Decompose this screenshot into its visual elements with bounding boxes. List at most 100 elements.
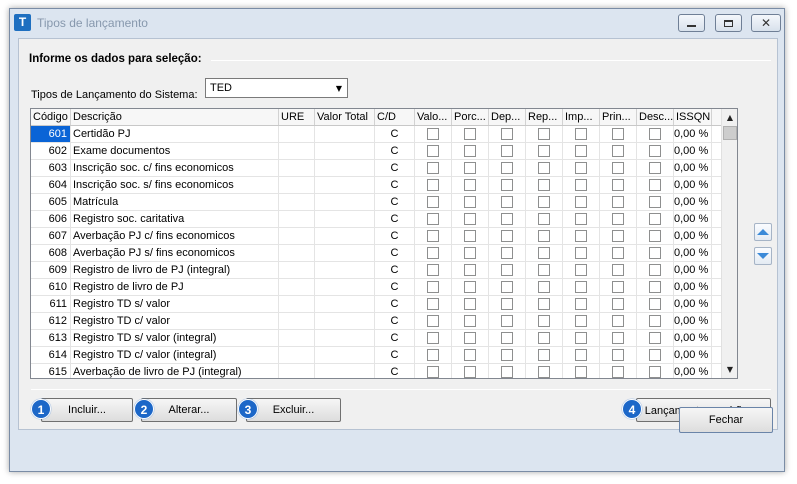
row-checkbox[interactable] [649,315,661,327]
row-checkbox[interactable] [464,332,476,344]
row-checkbox[interactable] [649,145,661,157]
row-checkbox[interactable] [501,213,513,225]
row-checkbox[interactable] [427,179,439,191]
row-checkbox[interactable] [501,281,513,293]
minimize-button[interactable] [678,14,705,32]
launch-type-select[interactable]: TED ▼ [205,78,348,98]
row-checkbox[interactable] [649,264,661,276]
row-checkbox[interactable] [427,349,439,361]
row-checkbox[interactable] [649,162,661,174]
column-header[interactable]: Prin... [600,109,637,125]
column-header[interactable]: C/D [375,109,415,125]
table-row[interactable]: 601 Certidão PJ C 0,00 % [31,126,721,143]
row-checkbox[interactable] [427,213,439,225]
row-checkbox[interactable] [538,315,550,327]
maximize-button[interactable] [715,14,742,32]
row-checkbox[interactable] [649,247,661,259]
row-checkbox[interactable] [538,332,550,344]
table-row[interactable]: 614 Registro TD c/ valor (integral) C 0,00 … [31,347,721,364]
table-row[interactable]: 609 Registro de livro de PJ (integral) C 0,… [31,262,721,279]
row-checkbox[interactable] [427,366,439,378]
row-checkbox[interactable] [427,230,439,242]
row-checkbox[interactable] [427,162,439,174]
alterar-button[interactable]: Alterar... [141,398,237,422]
column-header[interactable]: Dep... [489,109,526,125]
row-checkbox[interactable] [427,247,439,259]
row-checkbox[interactable] [538,247,550,259]
row-checkbox[interactable] [649,332,661,344]
row-checkbox[interactable] [612,281,624,293]
scroll-down-icon[interactable]: ▼ [722,361,737,378]
row-checkbox[interactable] [649,281,661,293]
row-checkbox[interactable] [649,230,661,242]
table-row[interactable]: 612 Registro TD c/ valor C 0,00 % [31,313,721,330]
row-checkbox[interactable] [575,196,587,208]
table-row[interactable]: 603 Inscrição soc. c/ fins economicos C 0,0… [31,160,721,177]
row-checkbox[interactable] [612,213,624,225]
incluir-button[interactable]: Incluir... [41,398,133,422]
row-checkbox[interactable] [538,179,550,191]
row-checkbox[interactable] [538,230,550,242]
row-checkbox[interactable] [464,230,476,242]
row-checkbox[interactable] [538,213,550,225]
row-checkbox[interactable] [538,298,550,310]
row-checkbox[interactable] [575,162,587,174]
row-checkbox[interactable] [538,196,550,208]
row-checkbox[interactable] [501,247,513,259]
row-checkbox[interactable] [464,281,476,293]
row-checkbox[interactable] [575,315,587,327]
row-checkbox[interactable] [575,128,587,140]
move-up-button[interactable] [754,223,772,241]
row-checkbox[interactable] [427,332,439,344]
title-bar[interactable]: T Tipos de lançamento ✕ [10,9,784,37]
row-checkbox[interactable] [612,230,624,242]
row-checkbox[interactable] [538,366,550,378]
row-checkbox[interactable] [464,196,476,208]
row-checkbox[interactable] [464,366,476,378]
row-checkbox[interactable] [612,349,624,361]
row-checkbox[interactable] [464,349,476,361]
row-checkbox[interactable] [575,213,587,225]
row-checkbox[interactable] [464,264,476,276]
column-header[interactable]: Descrição [71,109,279,125]
row-checkbox[interactable] [612,179,624,191]
row-checkbox[interactable] [501,298,513,310]
row-checkbox[interactable] [538,162,550,174]
row-checkbox[interactable] [575,145,587,157]
row-checkbox[interactable] [649,366,661,378]
row-checkbox[interactable] [575,298,587,310]
row-checkbox[interactable] [575,332,587,344]
row-checkbox[interactable] [464,179,476,191]
row-checkbox[interactable] [501,145,513,157]
column-header[interactable]: ISSQN [674,109,712,125]
row-checkbox[interactable] [612,128,624,140]
row-checkbox[interactable] [427,196,439,208]
row-checkbox[interactable] [427,298,439,310]
row-checkbox[interactable] [612,145,624,157]
column-header[interactable]: Porc... [452,109,489,125]
row-checkbox[interactable] [538,128,550,140]
row-checkbox[interactable] [501,264,513,276]
row-checkbox[interactable] [649,213,661,225]
row-checkbox[interactable] [575,179,587,191]
row-checkbox[interactable] [612,332,624,344]
row-checkbox[interactable] [501,366,513,378]
row-checkbox[interactable] [575,264,587,276]
row-checkbox[interactable] [612,196,624,208]
row-checkbox[interactable] [575,366,587,378]
row-checkbox[interactable] [612,247,624,259]
chevron-down-icon[interactable]: ▼ [331,79,347,97]
row-checkbox[interactable] [612,315,624,327]
row-checkbox[interactable] [464,298,476,310]
row-checkbox[interactable] [649,196,661,208]
fechar-button[interactable]: Fechar [679,407,773,433]
row-checkbox[interactable] [575,349,587,361]
table-row[interactable]: 613 Registro TD s/ valor (integral) C 0,00 … [31,330,721,347]
row-checkbox[interactable] [427,281,439,293]
row-checkbox[interactable] [427,264,439,276]
row-checkbox[interactable] [612,366,624,378]
row-checkbox[interactable] [464,145,476,157]
scroll-up-icon[interactable]: ▲ [722,109,737,126]
table-row[interactable]: 610 Registro de livro de PJ C 0,00 % [31,279,721,296]
row-checkbox[interactable] [538,349,550,361]
